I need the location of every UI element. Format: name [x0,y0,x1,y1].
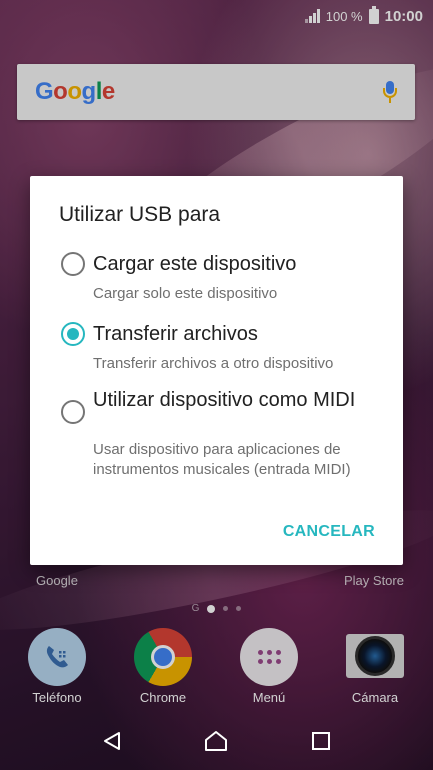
recents-icon [311,732,330,750]
back-button[interactable] [92,721,132,761]
option-description: Transferir archivos a otro dispositivo [93,355,334,372]
option-midi[interactable]: Utilizar dispositivo como MIDI Usar disp… [59,388,389,484]
home-icon [205,731,228,751]
option-description: Cargar solo este dispositivo [93,285,278,302]
dialog-title: Utilizar USB para [59,203,221,226]
option-label: Utilizar dispositivo como MIDI [93,389,356,411]
radio-button-unchecked[interactable] [61,400,85,424]
back-icon [104,732,121,750]
option-label: Transferir archivos [93,323,258,345]
home-button[interactable] [196,721,236,761]
radio-button-unchecked[interactable] [61,252,85,276]
option-description: Usar dispositivo para aplicaciones de in… [93,441,351,478]
option-label: Cargar este dispositivo [93,253,297,275]
usb-mode-dialog: Utilizar USB para Cargar este dispositiv… [30,176,403,565]
navigation-bar [0,712,433,770]
cancel-button[interactable]: CANCELAR [283,523,375,541]
recents-button[interactable] [301,721,341,761]
radio-button-checked[interactable] [61,322,85,346]
option-charge[interactable]: Cargar este dispositivo Cargar solo este… [59,250,389,310]
option-transfer-files[interactable]: Transferir archivos Transferir archivos … [59,320,389,380]
